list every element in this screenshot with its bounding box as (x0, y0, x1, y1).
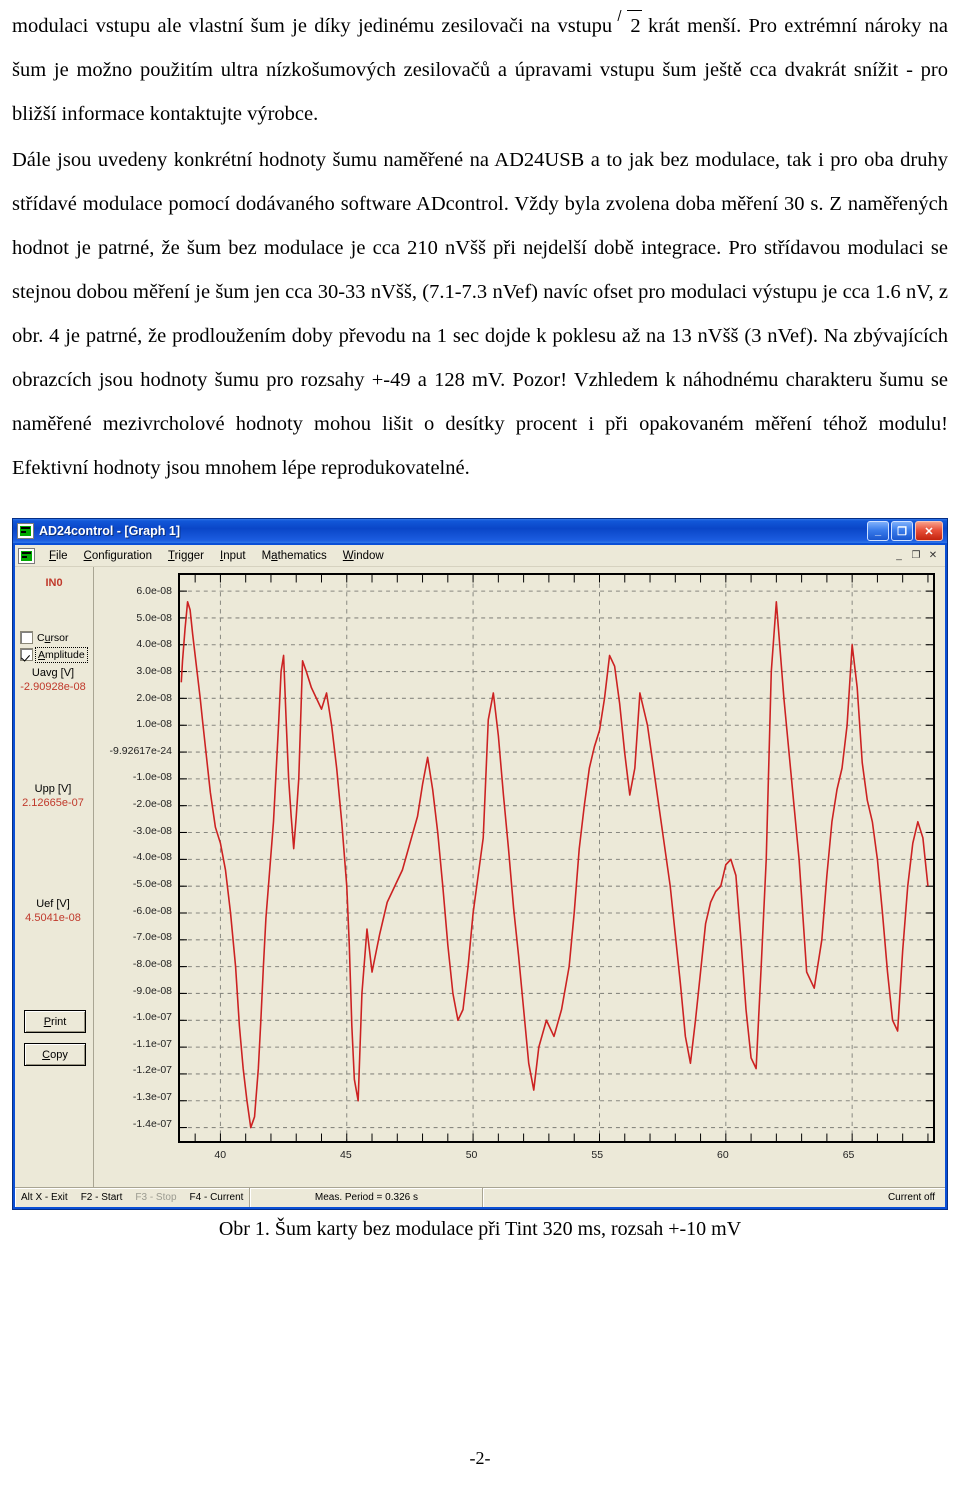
x-axis-tick: 45 (340, 1149, 352, 1161)
mdi-minimize-button[interactable]: _ (891, 548, 907, 563)
cursor-checkbox-box[interactable] (20, 631, 33, 644)
y-axis-tick: -7.0e-08 (132, 931, 172, 944)
y-axis-tick: -9.92617e-24 (109, 744, 172, 757)
upp-value: 2.12665e-07 (22, 797, 84, 809)
uavg-value: -2.90928e-08 (20, 681, 86, 693)
uavg-metric: Uavg [V] -2.90928e-08 (15, 666, 91, 694)
menu-bar: FFileile Configuration Trigger Input Mat… (15, 545, 945, 567)
menu-item-file[interactable]: FFileile (41, 548, 76, 564)
y-axis-tick: -2.0e-08 (132, 798, 172, 811)
plot-area[interactable] (178, 573, 935, 1143)
mdi-close-button[interactable]: ✕ (925, 548, 941, 563)
status-key-exit: Alt X - Exit (21, 1192, 68, 1203)
document-body: modulaci vstupu ale vlastní šum je díky … (0, 0, 960, 490)
measurement-side-panel: IN0 Cursor Amplitude Uavg [V] -2.90928e-… (15, 567, 94, 1187)
sqrt-symbol: 2 (619, 4, 642, 48)
y-axis-tick: 5.0e-08 (136, 611, 172, 624)
y-axis-tick: -9.0e-08 (132, 984, 172, 997)
menu-item-mathematics[interactable]: Mathematics (254, 548, 335, 564)
amplitude-checkbox-label: Amplitude (35, 646, 88, 663)
maximize-button[interactable]: ❐ (891, 521, 913, 541)
uef-label: Uef [V] (36, 898, 70, 910)
window-client-area: FFileile Configuration Trigger Input Mat… (15, 545, 945, 1207)
window-titlebar[interactable]: AD24control - [Graph 1] _ ❐ ✕ (13, 519, 947, 543)
minimize-button[interactable]: _ (867, 521, 889, 541)
amplitude-checkbox-box[interactable] (20, 648, 33, 661)
status-shortcut-keys: Alt X - Exit F2 - Start F3 - Stop F4 - C… (15, 1188, 251, 1207)
x-axis-labels: 40 45 50 55 60 65 (178, 1149, 935, 1167)
window-title: AD24control - [Graph 1] (39, 524, 180, 538)
menu-item-input[interactable]: Input (212, 548, 254, 564)
paragraph-1: modulaci vstupu ale vlastní šum je díky … (12, 4, 948, 136)
mdi-window-buttons: _ ❐ ✕ (891, 548, 945, 563)
uef-value: 4.5041e-08 (25, 912, 81, 924)
y-axis-tick: -1.1e-07 (132, 1037, 172, 1050)
page-number: -2- (469, 1448, 491, 1468)
noise-trace-svg (180, 575, 933, 1141)
ad24-app-icon (17, 523, 34, 539)
y-axis-tick: -6.0e-08 (132, 904, 172, 917)
ad24control-window: AD24control - [Graph 1] _ ❐ ✕ FFileile C… (12, 518, 948, 1210)
y-axis-tick: 3.0e-08 (136, 664, 172, 677)
graph-document-area: IN0 Cursor Amplitude Uavg [V] -2.90928e-… (15, 567, 945, 1187)
y-axis-tick: -1.2e-07 (132, 1064, 172, 1077)
y-axis-tick: -8.0e-08 (132, 957, 172, 970)
status-measure-period: Meas. Period = 0.326 s (250, 1188, 484, 1207)
mdi-child-icon[interactable] (18, 547, 35, 564)
upp-label: Upp [V] (34, 783, 72, 795)
channel-label: IN0 (45, 577, 63, 589)
y-axis-tick: -1.3e-07 (132, 1091, 172, 1104)
upp-metric: Upp [V] 2.12665e-07 (15, 782, 91, 810)
sqrt-radicand: 2 (630, 15, 641, 37)
status-key-current: F4 - Current (189, 1192, 244, 1203)
graph-panel: 6.0e-08 5.0e-08 4.0e-08 3.0e-08 2.0e-08 1.0e-… (94, 567, 945, 1187)
uef-metric: Uef [V] 4.5041e-08 (15, 897, 91, 925)
print-button[interactable]: Print (24, 1010, 86, 1033)
y-axis-tick: 1.0e-08 (136, 718, 172, 731)
x-axis-tick: 65 (842, 1149, 855, 1161)
amplitude-checkbox[interactable]: Amplitude (20, 646, 88, 663)
y-axis-tick: -3.0e-08 (132, 824, 172, 837)
x-axis-tick: 40 (214, 1149, 227, 1161)
menu-item-window[interactable]: Window (335, 548, 392, 564)
close-button[interactable]: ✕ (915, 521, 943, 541)
y-axis-tick: 6.0e-08 (136, 584, 172, 597)
y-axis-tick: -1.0e-07 (132, 1011, 172, 1024)
y-axis-tick: -4.0e-08 (132, 851, 172, 864)
y-axis-tick: 4.0e-08 (136, 638, 172, 651)
paragraph-1-pre: modulaci vstupu ale vlastní šum je díky … (12, 15, 613, 37)
x-axis-tick: 60 (717, 1149, 729, 1161)
copy-button[interactable]: Copy (24, 1043, 86, 1066)
window-system-buttons: _ ❐ ✕ (867, 521, 945, 541)
paragraph-2: Dále jsou uvedeny konkrétní hodnoty šumu… (12, 149, 948, 479)
menu-item-configuration[interactable]: Configuration (76, 548, 160, 564)
menu-item-trigger[interactable]: Trigger (160, 548, 212, 564)
uavg-label: Uavg [V] (31, 667, 75, 679)
cursor-checkbox-label: Cursor (37, 631, 69, 644)
status-bar: Alt X - Exit F2 - Start F3 - Stop F4 - C… (15, 1187, 945, 1207)
status-key-start: F2 - Start (80, 1192, 123, 1203)
y-axis-tick: 2.0e-08 (136, 691, 172, 704)
mdi-restore-button[interactable]: ❐ (908, 548, 924, 563)
y-axis-tick: -1.4e-07 (132, 1117, 172, 1130)
x-axis-tick: 50 (465, 1149, 478, 1161)
figure-caption: Obr 1. Šum karty bez modulace při Tint 3… (218, 1218, 742, 1240)
cursor-checkbox[interactable]: Cursor (20, 631, 69, 644)
status-key-stop: F3 - Stop (135, 1192, 177, 1203)
y-axis-tick: -1.0e-08 (132, 771, 172, 784)
x-axis-tick: 55 (591, 1149, 604, 1161)
status-current-state: Current off (483, 1188, 945, 1207)
y-axis-tick: -5.0e-08 (132, 877, 172, 890)
